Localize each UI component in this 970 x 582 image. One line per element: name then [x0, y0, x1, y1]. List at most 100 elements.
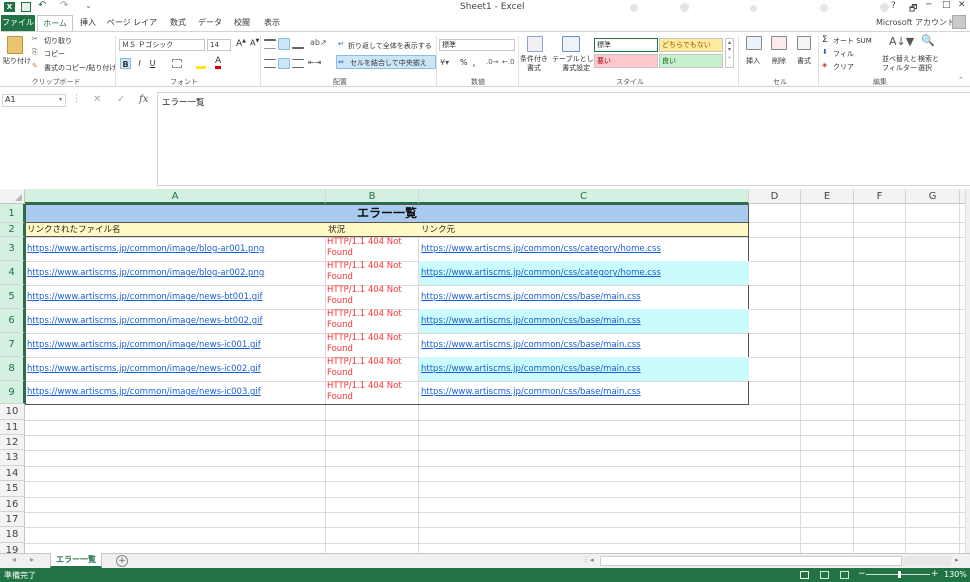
- source-link[interactable]: https://www.artiscms.jp/common/css/base/…: [419, 364, 749, 375]
- style-bad[interactable]: 悪い: [594, 54, 658, 68]
- tab-view[interactable]: 表示: [259, 15, 285, 31]
- account-name[interactable]: Microsoft アカウント: [876, 17, 955, 28]
- conditional-format-icon[interactable]: [527, 36, 543, 52]
- header-cell-source[interactable]: リンク元: [420, 225, 748, 236]
- row-header[interactable]: 5: [0, 285, 25, 309]
- status-cell[interactable]: HTTP/1.1 404 Not Found: [326, 357, 418, 381]
- column-header-g[interactable]: G: [906, 189, 960, 204]
- row-header[interactable]: 9: [0, 381, 25, 404]
- row-header[interactable]: 19: [0, 543, 25, 553]
- paste-button[interactable]: 貼り付け: [3, 56, 31, 66]
- number-format-select[interactable]: 標準: [439, 39, 515, 51]
- add-sheet-button[interactable]: +: [116, 555, 128, 567]
- align-left-icon[interactable]: [264, 59, 276, 68]
- status-cell[interactable]: HTTP/1.1 404 Not Found: [326, 333, 418, 357]
- header-cell-status[interactable]: 状況: [327, 225, 418, 236]
- merge-center-icon[interactable]: ⇔: [338, 58, 344, 66]
- find-icon[interactable]: 🔍: [921, 34, 935, 47]
- align-right-icon[interactable]: [292, 59, 304, 68]
- tab-split-handle-icon[interactable]: ⋮: [582, 555, 590, 564]
- row-header[interactable]: 11: [0, 420, 25, 435]
- cut-button[interactable]: 切り取り: [44, 36, 72, 46]
- row-header[interactable]: 18: [0, 527, 25, 543]
- format-cells-icon[interactable]: [797, 36, 811, 50]
- formula-input-area[interactable]: エラー一覧: [157, 92, 970, 186]
- save-icon[interactable]: [21, 2, 31, 12]
- cancel-entry-icon[interactable]: ✕: [93, 94, 101, 105]
- close-button[interactable]: ✕: [958, 0, 966, 10]
- style-normal[interactable]: 標準: [594, 38, 658, 52]
- format-cells-button[interactable]: 書式: [797, 56, 811, 66]
- insert-function-icon[interactable]: fx: [139, 94, 148, 105]
- row-header[interactable]: 15: [0, 481, 25, 497]
- sort-filter-button[interactable]: 並べ替えと フィルター: [882, 55, 917, 73]
- horizontal-scrollbar-thumb[interactable]: [600, 556, 902, 566]
- format-painter-icon[interactable]: ✎: [32, 62, 38, 70]
- worksheet-grid[interactable]: A B C D E F G 1 2 3 4 5 6 7 8 9 10 11 12…: [0, 189, 965, 553]
- customize-qat-icon[interactable]: ⌄: [85, 1, 92, 10]
- row-header[interactable]: 10: [0, 404, 25, 420]
- filename-link[interactable]: https://www.artiscms.jp/common/image/blo…: [25, 244, 325, 255]
- sheet-tab-active[interactable]: エラー一覧: [50, 553, 102, 568]
- row-header[interactable]: 1: [0, 204, 25, 223]
- format-painter-button[interactable]: 書式のコピー/貼り付け: [44, 63, 116, 73]
- autosum-button[interactable]: オート SUM: [833, 36, 872, 46]
- wrap-text-button[interactable]: 折り返して全体を表示する: [348, 41, 432, 51]
- status-cell[interactable]: HTTP/1.1 404 Not Found: [326, 261, 418, 285]
- tab-insert[interactable]: 挿入: [75, 15, 101, 31]
- find-select-button[interactable]: 検索と 選択: [918, 55, 939, 73]
- column-header-b[interactable]: B: [326, 189, 419, 204]
- filename-link[interactable]: https://www.artiscms.jp/common/image/blo…: [25, 268, 325, 279]
- insert-cells-icon[interactable]: [746, 36, 762, 50]
- select-all-corner[interactable]: [0, 189, 25, 204]
- name-box-dropdown-icon[interactable]: ▾: [59, 96, 62, 103]
- decrease-decimal-icon[interactable]: ←.0: [502, 58, 515, 66]
- sort-filter-icon[interactable]: A↓▼: [889, 35, 914, 48]
- page-layout-view-icon[interactable]: [820, 571, 829, 579]
- row-header[interactable]: 13: [0, 450, 25, 466]
- currency-icon[interactable]: ¥▾: [440, 58, 449, 67]
- zoom-level[interactable]: 130%: [944, 570, 967, 579]
- row-header[interactable]: 12: [0, 435, 25, 450]
- filename-link[interactable]: https://www.artiscms.jp/common/image/new…: [25, 316, 325, 327]
- font-name-select[interactable]: ＭＳ Ｐゴシック: [119, 39, 205, 51]
- grow-font-icon[interactable]: A▲: [236, 38, 246, 49]
- percent-button[interactable]: %: [460, 58, 468, 67]
- status-cell[interactable]: HTTP/1.1 404 Not Found: [326, 285, 418, 309]
- column-header-f[interactable]: F: [854, 189, 906, 204]
- style-neutral[interactable]: どちらでもない: [659, 38, 723, 52]
- confirm-entry-icon[interactable]: ✓: [117, 94, 125, 105]
- vertical-scrollbar[interactable]: [965, 189, 970, 553]
- borders-icon[interactable]: [172, 59, 182, 68]
- zoom-in-button[interactable]: +: [931, 569, 939, 579]
- increase-decimal-icon[interactable]: .0→: [486, 58, 499, 66]
- merge-center-button[interactable]: セルを結合して中央揃え: [350, 58, 427, 68]
- sheet-title-cell[interactable]: エラー一覧: [25, 204, 749, 223]
- filename-link[interactable]: https://www.artiscms.jp/common/image/new…: [25, 387, 325, 398]
- align-center-icon[interactable]: [278, 58, 290, 69]
- horizontal-scrollbar-track[interactable]: [903, 556, 951, 566]
- scroll-left-icon[interactable]: ◂: [590, 556, 598, 566]
- source-link[interactable]: https://www.artiscms.jp/common/css/base/…: [419, 387, 749, 398]
- row-header[interactable]: 2: [0, 223, 25, 237]
- insert-cells-button[interactable]: 挿入: [746, 56, 760, 66]
- copy-icon[interactable]: ⎘: [32, 48, 38, 57]
- tab-home[interactable]: ホーム: [37, 15, 73, 31]
- delete-cells-button[interactable]: 削除: [772, 56, 786, 66]
- normal-view-icon[interactable]: [800, 571, 809, 579]
- source-link[interactable]: https://www.artiscms.jp/common/css/base/…: [419, 292, 749, 303]
- clear-button[interactable]: クリア: [833, 62, 854, 72]
- zoom-slider-thumb[interactable]: [898, 571, 901, 578]
- undo-icon[interactable]: ↶: [38, 0, 46, 11]
- font-size-select[interactable]: 14: [207, 39, 231, 51]
- copy-button[interactable]: コピー: [44, 49, 65, 59]
- tab-file[interactable]: ファイル: [1, 15, 35, 31]
- shrink-font-icon[interactable]: A▼: [250, 38, 259, 48]
- column-header-e[interactable]: E: [801, 189, 854, 204]
- style-good[interactable]: 良い: [659, 54, 723, 68]
- row-header[interactable]: 3: [0, 237, 25, 261]
- fill-button[interactable]: フィル: [833, 49, 854, 59]
- zoom-out-button[interactable]: −: [858, 569, 866, 579]
- column-header-d[interactable]: D: [749, 189, 801, 204]
- filename-link[interactable]: https://www.artiscms.jp/common/image/new…: [25, 340, 325, 351]
